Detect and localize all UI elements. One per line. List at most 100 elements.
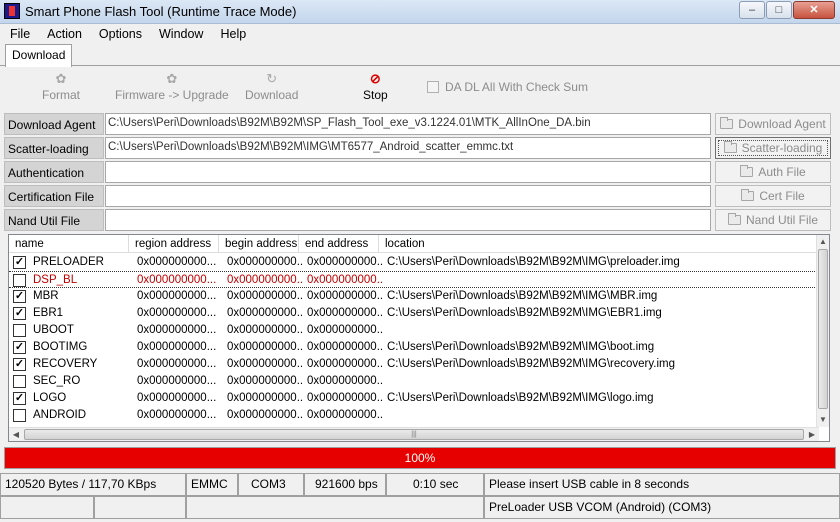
- partition-checkbox[interactable]: ✓: [13, 290, 26, 303]
- scatter-loading-button-label: Scatter-loading: [741, 141, 823, 155]
- location-path: C:\Users\Peri\Downloads\B92M\B92M\IMG\EB…: [387, 307, 662, 319]
- checksum-checkbox[interactable]: [427, 81, 439, 93]
- region-address: 0x000000000...: [137, 375, 217, 387]
- menu-window[interactable]: Window: [149, 24, 210, 44]
- status-transfer: 120520 Bytes / 117,70 KBps: [0, 473, 186, 496]
- nand-field[interactable]: [105, 209, 711, 231]
- end-address: 0x000000000...: [307, 375, 383, 387]
- region-address: 0x000000000...: [137, 274, 217, 286]
- location-path: C:\Users\Peri\Downloads\B92M\B92M\IMG\pr…: [387, 256, 680, 268]
- horizontal-scrollbar[interactable]: ◀ ||| ▶: [9, 427, 819, 441]
- end-address: 0x000000000...: [307, 392, 383, 404]
- partition-name: SEC_RO: [33, 375, 81, 387]
- location-path: C:\Users\Peri\Downloads\B92M\B92M\IMG\re…: [387, 358, 676, 370]
- checksum-option[interactable]: DA DL All With Check Sum: [427, 80, 588, 94]
- maximize-button[interactable]: □: [766, 1, 792, 19]
- end-address: 0x000000000...: [307, 409, 383, 421]
- partition-checkbox[interactable]: ✓: [13, 256, 26, 269]
- partition-checkbox[interactable]: ✓: [13, 341, 26, 354]
- auth-field[interactable]: [105, 161, 711, 183]
- menu-options[interactable]: Options: [89, 24, 149, 44]
- status-empty-1: [0, 496, 94, 519]
- vertical-scroll-thumb[interactable]: [818, 249, 828, 409]
- table-row[interactable]: ✓ MBR 0x000000000... 0x000000000... 0x000000…: [9, 288, 819, 305]
- cert-field[interactable]: [105, 185, 711, 207]
- region-address: 0x000000000...: [137, 324, 217, 336]
- menu-help[interactable]: Help: [210, 24, 253, 44]
- minimize-button[interactable]: –: [739, 1, 765, 19]
- table-row[interactable]: ✓ LOGO 0x000000000... 0x000000000... 0x00000…: [9, 390, 819, 407]
- scatter-field[interactable]: C:\Users\Peri\Downloads\B92M\B92M\IMG\MT…: [105, 137, 711, 159]
- nand-util-button[interactable]: Nand Util File: [715, 209, 831, 231]
- column-name[interactable]: name: [9, 235, 129, 253]
- firmware-upgrade-button[interactable]: ✿ Firmware -> Upgrade: [115, 72, 229, 103]
- close-button[interactable]: ✕: [793, 1, 835, 19]
- location-path: C:\Users\Peri\Downloads\B92M\B92M\IMG\MB…: [387, 290, 658, 302]
- stop-button[interactable]: ⊘ Stop: [363, 71, 388, 103]
- begin-address: 0x000000000...: [227, 290, 303, 302]
- partition-checkbox[interactable]: [13, 324, 26, 337]
- auth-file-button[interactable]: Auth File: [715, 161, 831, 183]
- table-row[interactable]: ✓ EBR1 0x000000000... 0x000000000... 0x00000…: [9, 305, 819, 322]
- column-region-address[interactable]: region address: [129, 235, 219, 253]
- partition-checkbox[interactable]: [13, 375, 26, 388]
- table-row[interactable]: SEC_RO 0x000000000... 0x000000000... 0x0000…: [9, 373, 819, 390]
- stop-icon: ⊘: [369, 71, 381, 86]
- status-bar: 120520 Bytes / 117,70 KBps EMMC COM3 921…: [0, 473, 840, 496]
- scatter-loading-button[interactable]: Scatter-loading: [715, 137, 831, 159]
- table-row[interactable]: DSP_BL 0x000000000... 0x000000000... 0x0000…: [9, 271, 819, 288]
- scroll-down-icon[interactable]: ▼: [817, 414, 829, 426]
- menu-file[interactable]: File: [0, 24, 37, 44]
- begin-address: 0x000000000...: [227, 358, 303, 370]
- partition-checkbox[interactable]: [13, 274, 26, 287]
- horizontal-scroll-thumb[interactable]: |||: [24, 429, 804, 440]
- partition-checkbox[interactable]: [13, 409, 26, 422]
- download-agent-button[interactable]: Download Agent: [715, 113, 831, 135]
- status-bar-2: PreLoader USB VCOM (Android) (COM3): [0, 496, 840, 519]
- format-button[interactable]: ✿ Format: [42, 71, 81, 103]
- download-agent-label: Download Agent: [4, 113, 104, 135]
- begin-address: 0x000000000...: [227, 256, 303, 268]
- vertical-scrollbar[interactable]: ▲ ▼: [816, 235, 829, 427]
- column-location[interactable]: location: [379, 235, 819, 253]
- cert-file-button[interactable]: Cert File: [715, 185, 831, 207]
- window-controls: – □ ✕: [739, 1, 835, 19]
- list-header: name region address begin address end ad…: [9, 235, 819, 253]
- auth-label: Authentication File: [4, 161, 104, 202]
- region-address: 0x000000000...: [137, 392, 217, 404]
- partition-rows: ✓ PRELOADER 0x000000000... 0x000000000... 0x…: [9, 254, 819, 424]
- table-row[interactable]: ✓ BOOTIMG 0x000000000... 0x000000000... 0x00…: [9, 339, 819, 356]
- scroll-up-icon[interactable]: ▲: [817, 236, 829, 248]
- table-row[interactable]: ANDROID 0x000000000... 0x000000000... 0x000…: [9, 407, 819, 424]
- nand-util-button-label: Nand Util File: [745, 213, 819, 227]
- scroll-right-icon[interactable]: ▶: [806, 429, 818, 441]
- column-end-address[interactable]: end address: [299, 235, 379, 253]
- table-row[interactable]: ✓ RECOVERY 0x000000000... 0x000000000... 0x0…: [9, 356, 819, 373]
- format-label: Format: [42, 88, 81, 102]
- partition-checkbox[interactable]: ✓: [13, 358, 26, 371]
- download-icon: ↻: [266, 71, 278, 86]
- menu-action[interactable]: Action: [37, 24, 89, 44]
- region-address: 0x000000000...: [137, 409, 217, 421]
- format-icon: ✿: [55, 71, 67, 86]
- partition-name: UBOOT: [33, 324, 74, 336]
- folder-icon: [727, 213, 741, 225]
- partition-checkbox[interactable]: ✓: [13, 307, 26, 320]
- table-row[interactable]: UBOOT 0x000000000... 0x000000000... 0x00000…: [9, 322, 819, 339]
- status-empty-3: [186, 496, 484, 519]
- tab-download[interactable]: Download: [5, 44, 73, 67]
- end-address: 0x000000000...: [307, 290, 383, 302]
- partition-checkbox[interactable]: ✓: [13, 392, 26, 405]
- download-button[interactable]: ↻ Download: [245, 71, 298, 103]
- firmware-upgrade-label: Firmware -> Upgrade: [115, 88, 229, 102]
- scatter-label: Scatter-loading File: [4, 137, 104, 178]
- status-device: PreLoader USB VCOM (Android) (COM3): [484, 496, 840, 519]
- table-row[interactable]: ✓ PRELOADER 0x000000000... 0x000000000... 0x…: [9, 254, 819, 271]
- download-agent-field[interactable]: C:\Users\Peri\Downloads\B92M\B92M\SP_Fla…: [105, 113, 711, 135]
- progress-bar: 100%: [4, 447, 836, 469]
- tab-strip: Download: [0, 44, 840, 67]
- begin-address: 0x000000000...: [227, 375, 303, 387]
- scroll-left-icon[interactable]: ◀: [10, 429, 22, 441]
- partition-list[interactable]: name region address begin address end ad…: [8, 234, 830, 442]
- column-begin-address[interactable]: begin address: [219, 235, 299, 253]
